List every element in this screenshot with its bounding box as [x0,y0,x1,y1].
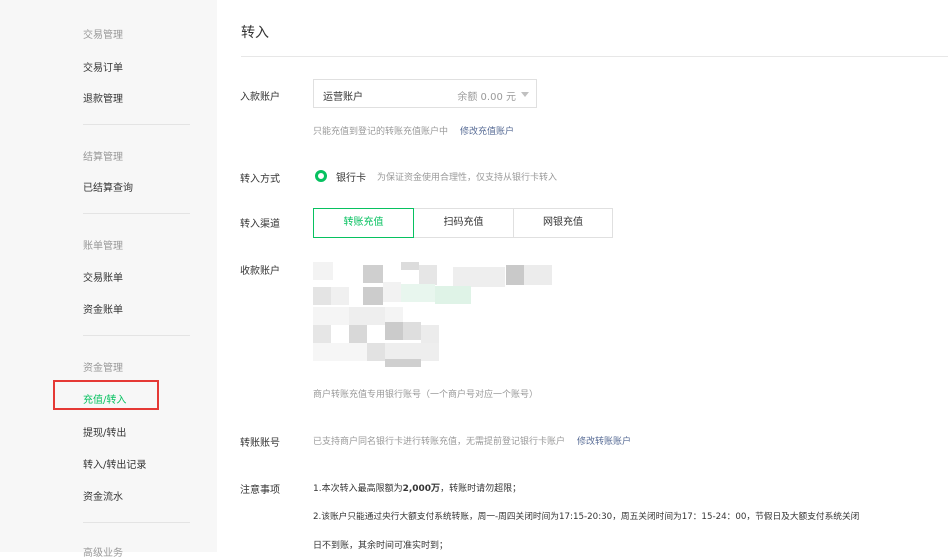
radio-checked-icon[interactable] [315,170,327,182]
caret-down-icon [521,92,529,97]
sidebar-item-fund-bills[interactable]: 资金账单 [83,301,123,316]
highlight-box [53,380,159,410]
account-note-text: 只能充值到登记的转账充值账户中 [313,127,449,137]
account-label: 入款账户 [240,92,280,103]
sidebar-divider [83,213,190,214]
modify-transfer-account-link[interactable]: 修改转账账户 [577,437,631,447]
channel-tabs: 转账充值 扫码充值 网银充值 [313,208,613,238]
notice-line-1-pre: 1.本次转入最高限额为 [313,484,403,494]
sidebar-item-refunds[interactable]: 退款管理 [83,90,123,105]
modify-recharge-account-link[interactable]: 修改充值账户 [460,127,514,137]
method-label: 转入方式 [240,174,280,185]
tab-online-bank-recharge[interactable]: 网银充值 [513,208,613,238]
receiving-label: 收款账户 [240,266,280,277]
notice-limit-amount: 2,000万 [402,484,441,494]
notice-line-1-post: ，转账时请勿超限； [440,484,522,494]
account-select-value: 运营账户 [323,92,363,103]
tab-scan-recharge[interactable]: 扫码充值 [413,208,514,238]
channel-label: 转入渠道 [240,219,280,230]
sidebar-item-settled-query[interactable]: 已结算查询 [83,179,133,194]
transfer-account-note-text: 已支持商户同名银行卡进行转账充值，无需提前登记银行卡账户 [313,437,566,447]
notice-line-3: 日不到账，其余时间可准实时到； [313,541,449,551]
title-divider [241,56,948,57]
sidebar-item-trade-orders[interactable]: 交易订单 [83,59,123,74]
transfer-account-note: 已支持商户同名银行卡进行转账充值，无需提前登记银行卡账户 修改转账账户 [313,434,631,447]
sidebar-nav: 交易管理 交易订单 退款管理 结算管理 已结算查询 账单管理 交易账单 资金账单… [0,0,217,559]
main-content: 转入 入款账户 运营账户 余额 0.00 元 只能充值到登记的转账充值账户中修改… [217,0,948,552]
account-balance: 余额 0.00 元 [457,92,516,103]
page-title: 转入 [241,25,269,41]
receiving-account-mosaic [313,262,563,367]
sidebar-group-title-trade: 交易管理 [83,30,123,41]
tab-transfer-recharge[interactable]: 转账充值 [313,208,414,238]
method-option-bank-card[interactable]: 银行卡 [336,169,366,184]
sidebar-group-title-bills: 账单管理 [83,241,123,252]
account-select[interactable]: 运营账户 余额 0.00 元 [313,79,537,108]
sidebar-item-fund-flow[interactable]: 资金流水 [83,488,123,503]
method-note: 为保证资金使用合理性，仅支持从银行卡转入 [377,173,558,183]
sidebar-divider [83,124,190,125]
sidebar-divider [83,335,190,336]
sidebar-divider [83,522,190,523]
sidebar-item-withdraw[interactable]: 提现/转出 [83,424,126,439]
sidebar-group-title-settlement: 结算管理 [83,152,123,163]
sidebar-group-title-funds: 资金管理 [83,363,123,374]
account-note: 只能充值到登记的转账充值账户中 修改充值账户 [313,124,514,137]
notice-line-1: 1.本次转入最高限额为2,000万，转账时请勿超限； [313,481,521,494]
receiving-note: 商户转账充值专用银行账号（一个商户号对应一个账号） [313,390,539,400]
sidebar-item-transfer-records[interactable]: 转入/转出记录 [83,456,146,471]
transfer-account-label: 转账账号 [240,438,280,449]
notice-line-2: 2.该账户只能通过央行大额支付系统转账，周一-周四关闭时间为17:15-20:3… [313,512,860,522]
sidebar-item-trade-bills[interactable]: 交易账单 [83,269,123,284]
notice-label: 注意事项 [240,485,280,496]
